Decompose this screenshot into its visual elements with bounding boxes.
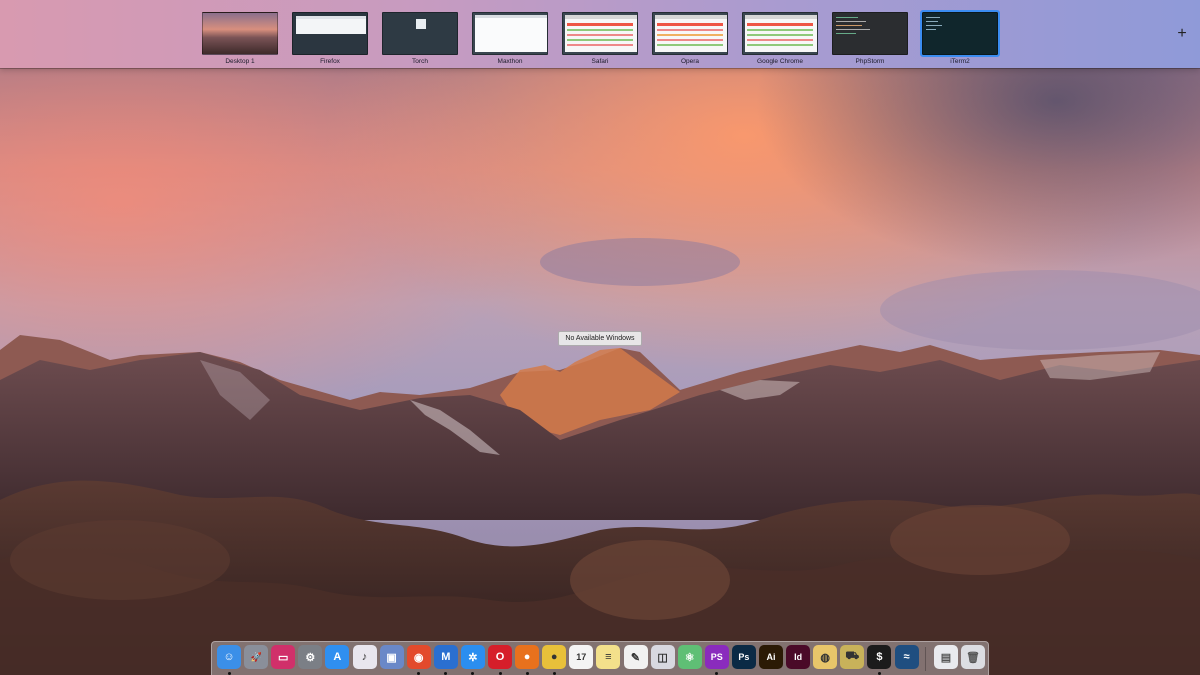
torch-icon[interactable]: ◉ xyxy=(406,645,431,669)
space-thumbnail xyxy=(292,12,368,55)
documents-stack-icon[interactable]: ▤ xyxy=(934,645,958,669)
space-label: iTerm2 xyxy=(950,58,970,65)
textedit-icon[interactable]: ✎ xyxy=(623,645,648,669)
app-store-icon[interactable]: A xyxy=(325,645,350,669)
finder-icon[interactable]: ☺ xyxy=(217,645,241,669)
indesign-icon[interactable]: Id xyxy=(786,645,811,669)
preview-viewer-icon[interactable]: ◫ xyxy=(650,645,675,669)
space-opera[interactable]: Opera xyxy=(652,12,728,65)
space-label: Firefox xyxy=(320,58,340,65)
space-thumbnail xyxy=(202,12,278,55)
add-space-button[interactable]: + xyxy=(1174,24,1190,44)
trash-icon[interactable]: 🗑 xyxy=(961,645,985,669)
space-iterm2[interactable]: iTerm2 xyxy=(920,10,1000,65)
dock-separator xyxy=(925,647,926,671)
launchpad-icon[interactable]: 🚀 xyxy=(244,645,269,669)
system-preferences-icon[interactable]: ⚙ xyxy=(298,645,323,669)
mission-control-spaces-bar: Desktop 1 Firefox Torch Maxthon Safari O… xyxy=(0,0,1200,68)
space-maxthon[interactable]: Maxthon xyxy=(472,12,548,65)
sequel-pro-icon[interactable]: ◍ xyxy=(813,645,838,669)
space-label: Torch xyxy=(412,58,428,65)
chrome-icon[interactable]: ● xyxy=(542,645,567,669)
space-thumbnail xyxy=(472,12,548,55)
notes-icon[interactable]: ≡ xyxy=(596,645,621,669)
space-google-chrome[interactable]: Google Chrome xyxy=(742,12,818,65)
dock: ☺ 🚀 ▭ ⚙ A ♪ ▣ ◉ M ✲ O ● ● 17 ≡ ✎ ◫ ⚛ PS Ps Ai Id ◍ ⛟ $ ≈ ▤ 🗑 xyxy=(211,641,989,675)
space-phpstorm[interactable]: PhpStorm xyxy=(832,12,908,65)
space-label: Opera xyxy=(680,58,700,65)
opera-icon[interactable]: O xyxy=(488,645,512,669)
mysql-workbench-icon[interactable]: ≈ xyxy=(894,645,919,669)
space-thumbnail xyxy=(742,12,818,55)
space-thumbnail xyxy=(382,12,458,55)
space-thumbnail xyxy=(652,12,728,55)
no-available-windows-label: No Available Windows xyxy=(558,331,642,346)
preview-icon[interactable]: ▣ xyxy=(379,645,404,669)
space-label: PhpStorm xyxy=(855,58,885,65)
space-firefox[interactable]: Firefox xyxy=(292,12,368,65)
space-torch[interactable]: Torch xyxy=(382,12,458,65)
space-thumbnail xyxy=(920,10,1000,57)
maxthon-icon[interactable]: M xyxy=(433,645,458,669)
space-safari[interactable]: Safari xyxy=(562,12,638,65)
transmit-icon[interactable]: ⛟ xyxy=(840,645,865,669)
itunes-icon[interactable]: ♪ xyxy=(352,645,377,669)
firefox-icon[interactable]: ● xyxy=(515,645,540,669)
space-thumbnail xyxy=(832,12,908,55)
terminal-icon[interactable]: $ xyxy=(867,645,892,669)
space-label: Maxthon xyxy=(497,58,523,65)
display-icon[interactable]: ▭ xyxy=(271,645,296,669)
atom-icon[interactable]: ⚛ xyxy=(677,645,702,669)
space-desktop-1[interactable]: Desktop 1 xyxy=(202,12,278,65)
space-thumbnail xyxy=(562,12,638,55)
space-label: Safari xyxy=(591,58,609,65)
space-label: Google Chrome xyxy=(757,58,803,65)
space-label: Desktop 1 xyxy=(225,58,255,65)
safari-icon[interactable]: ✲ xyxy=(460,645,485,669)
illustrator-icon[interactable]: Ai xyxy=(759,645,783,669)
phpstorm-icon[interactable]: PS xyxy=(704,645,729,669)
calendar-icon[interactable]: 17 xyxy=(569,645,594,669)
photoshop-icon[interactable]: Ps xyxy=(731,645,756,669)
